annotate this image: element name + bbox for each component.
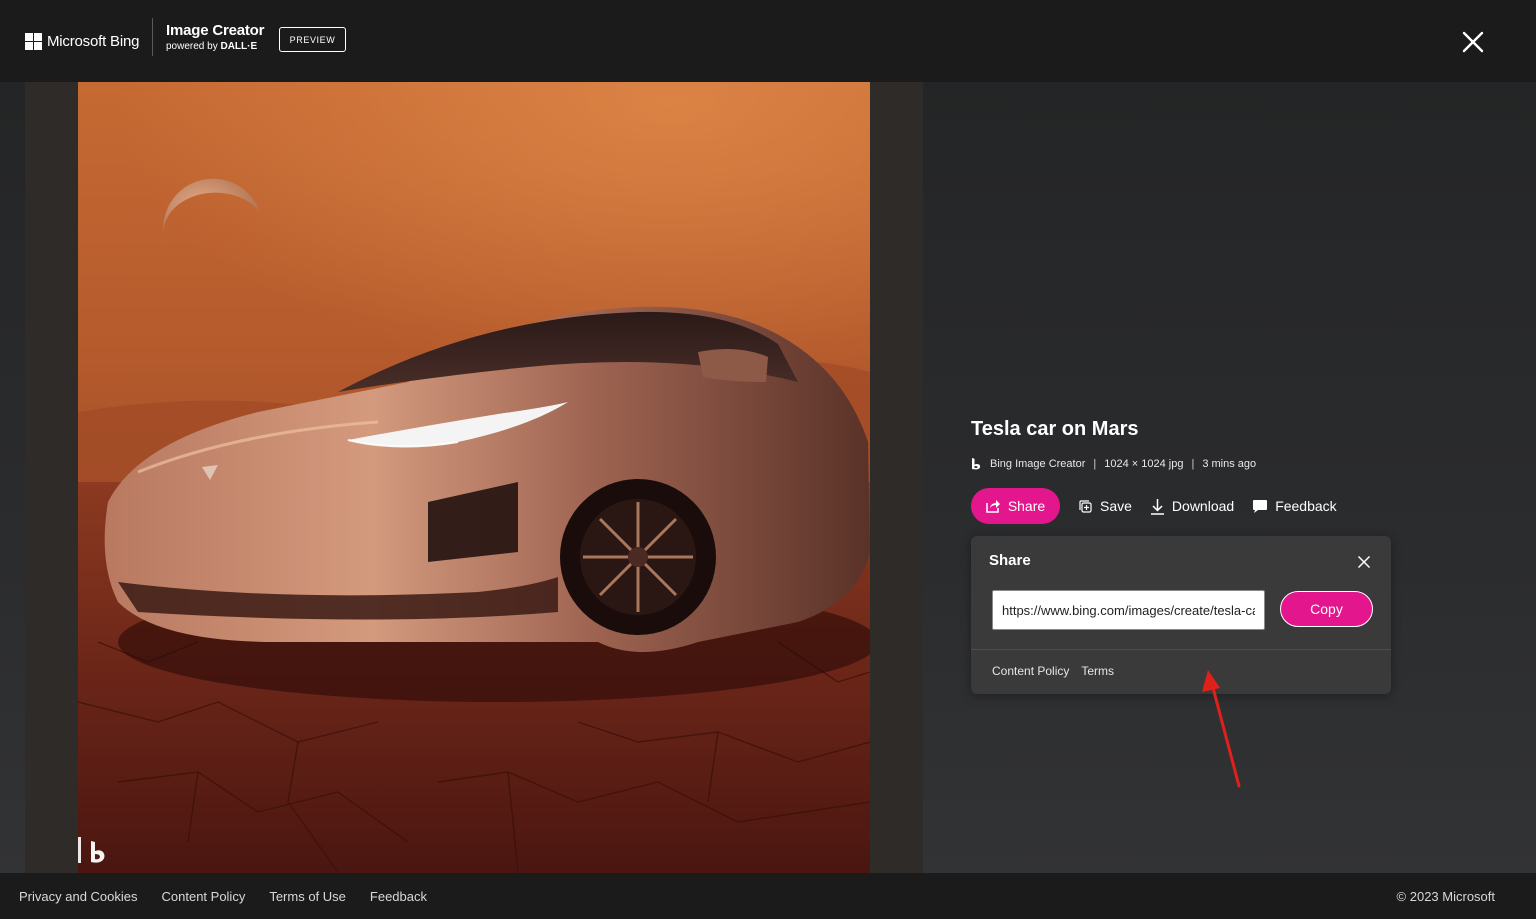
close-icon[interactable] [1459, 28, 1487, 56]
product-title: Image Creator [166, 22, 265, 39]
microsoft-logo-icon [25, 32, 42, 50]
privacy-and-cookies-link[interactable]: Privacy and Cookies [19, 889, 138, 904]
feedback-button[interactable]: Feedback [1252, 498, 1337, 514]
image-details: Tesla car on Mars Bing Image Creator | 1… [971, 416, 1491, 524]
download-button-label: Download [1171, 498, 1235, 514]
copyright: © 2023 Microsoft [1396, 889, 1495, 904]
bing-logo-icon [972, 458, 981, 470]
meta-dimensions: 1024 × 1024 jpg [1104, 458, 1184, 470]
content-policy-link[interactable]: Content Policy [992, 664, 1069, 678]
content-policy-link[interactable]: Content Policy [162, 889, 246, 904]
feedback-button-label: Feedback [1275, 498, 1337, 514]
collection-add-icon [1079, 499, 1092, 513]
share-button-label: Share [1007, 498, 1046, 514]
bing-home-link[interactable]: Microsoft Bing [25, 24, 139, 58]
meta-source: Bing Image Creator [990, 458, 1086, 470]
image-title: Tesla car on Mars [971, 418, 1139, 440]
footer: Privacy and Cookies Content Policy Terms… [0, 873, 1536, 919]
share-url-input[interactable] [992, 590, 1265, 630]
image-viewer: Tesla car on Mars Bing Image Creator | 1… [0, 82, 1536, 873]
product-subtitle: powered by DALL·E [166, 40, 264, 54]
bing-watermark-icon [78, 837, 105, 863]
share-popup-links: Content Policy Terms [992, 664, 1126, 678]
image-meta: Bing Image Creator | 1024 × 1024 jpg | 3… [971, 456, 1491, 472]
feedback-link[interactable]: Feedback [370, 889, 427, 904]
annotation-arrow-icon [1202, 670, 1241, 788]
save-button[interactable]: Save [1078, 498, 1132, 514]
share-popup: Share Copy Content Policy Terms [971, 536, 1391, 694]
generated-image[interactable] [78, 82, 870, 873]
share-popup-title: Share [989, 552, 1031, 569]
product-sub-engine: DALL·E [220, 41, 258, 52]
brand-name: Microsoft Bing [47, 32, 140, 50]
footer-links: Privacy and Cookies Content Policy Terms… [19, 889, 451, 904]
feedback-icon [1253, 499, 1268, 513]
terms-link[interactable]: Terms [1081, 664, 1114, 678]
download-button[interactable]: Download [1150, 498, 1234, 515]
image-actions: Share Save Download Feedback [971, 488, 1337, 524]
save-button-label: Save [1100, 498, 1132, 514]
share-button[interactable]: Share [971, 488, 1060, 524]
header-divider [152, 18, 153, 56]
share-popup-divider [971, 649, 1391, 650]
share-icon [986, 500, 1000, 513]
close-icon[interactable] [1357, 555, 1371, 569]
meta-separator: | [1191, 458, 1195, 470]
download-icon [1150, 498, 1164, 515]
header: Microsoft Bing Image Creator powered by … [0, 0, 1536, 82]
preview-badge: PREVIEW [279, 27, 346, 52]
meta-time: 3 mins ago [1202, 458, 1257, 470]
terms-of-use-link[interactable]: Terms of Use [269, 889, 346, 904]
copy-button[interactable]: Copy [1280, 591, 1373, 627]
product-sub-prefix: powered by [166, 41, 218, 52]
product-title-link[interactable]: Image Creator powered by DALL·E [166, 22, 264, 54]
meta-separator: | [1093, 458, 1097, 470]
tesla-on-mars-image [78, 82, 870, 873]
image-panel [25, 82, 923, 873]
